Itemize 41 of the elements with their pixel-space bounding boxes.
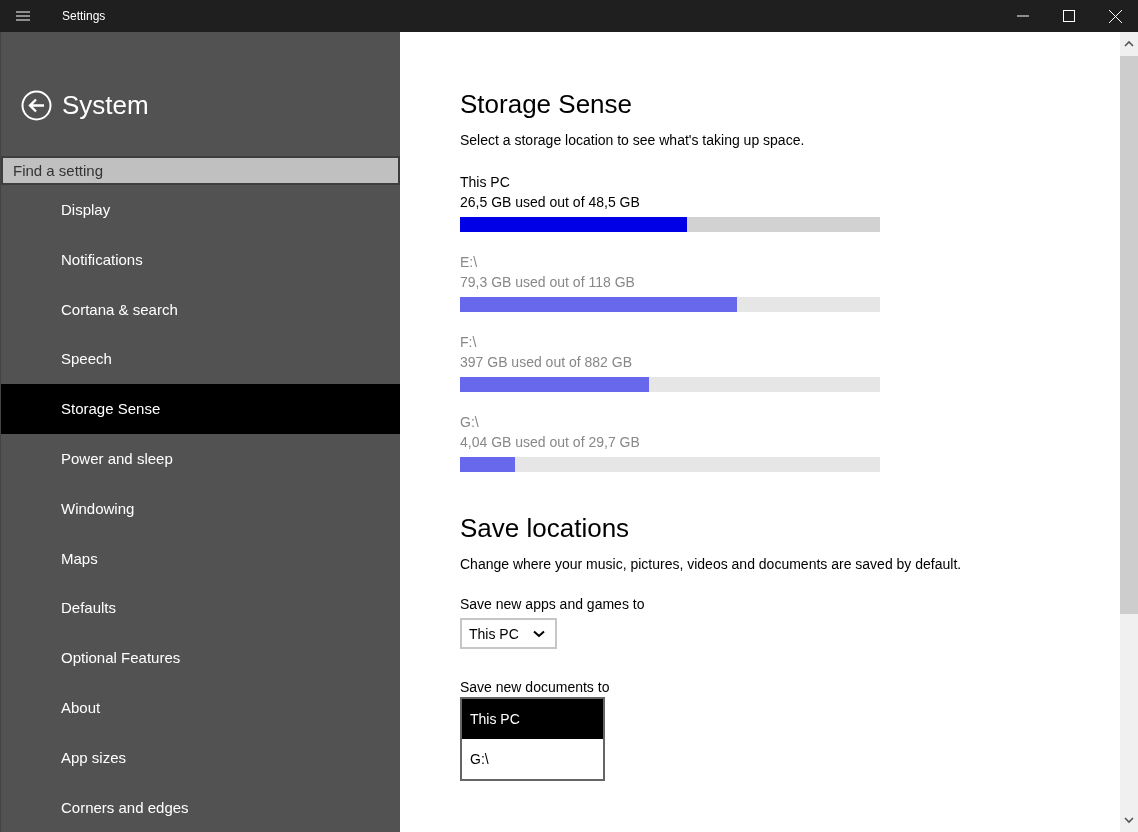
- drive-name[interactable]: G:\: [460, 412, 479, 432]
- scroll-down-icon[interactable]: [1124, 816, 1134, 824]
- dropdown[interactable]: This PC: [460, 618, 557, 649]
- drive-name[interactable]: F:\: [460, 332, 477, 352]
- section-description: Change where your music, pictures, videos and documents are saved by default.: [460, 556, 963, 572]
- drive-usage: 26,5 GB used out of 48,5 GB: [460, 193, 640, 212]
- maximize-icon[interactable]: [1063, 10, 1075, 22]
- setting-label: Save new documents to: [460, 679, 611, 695]
- page-title: System: [62, 90, 149, 122]
- scrollbar[interactable]: [1120, 32, 1138, 832]
- search-field[interactable]: Find a setting: [1, 155, 400, 185]
- sidebar-item[interactable]: Storage Sense: [1, 383, 400, 434]
- drive-usage: 397 GB used out of 882 GB: [460, 353, 632, 372]
- sidebar-item[interactable]: Windowing: [1, 483, 400, 534]
- sidebar-item[interactable]: Power and sleep: [1, 433, 400, 484]
- section-title: Storage Sense: [460, 88, 633, 120]
- sidebar-item[interactable]: Speech: [1, 334, 400, 384]
- sidebar-item[interactable]: Notifications: [1, 234, 400, 285]
- sidebar-item[interactable]: Optional Features: [1, 632, 400, 683]
- menu-icon[interactable]: [16, 11, 30, 21]
- sidebar-item[interactable]: Defaults: [1, 583, 400, 633]
- drive-name[interactable]: This PC: [460, 172, 510, 192]
- sidebar-item[interactable]: Corners and edges: [1, 782, 400, 832]
- drive-usage: 79,3 GB used out of 118 GB: [460, 273, 635, 292]
- sidebar-item[interactable]: Cortana & search: [1, 284, 400, 335]
- section-description: Select a storage location to see what's taking up space.: [460, 132, 806, 148]
- sidebar-item[interactable]: About: [1, 682, 400, 733]
- close-icon[interactable]: [1108, 9, 1122, 23]
- scroll-thumb[interactable]: [1120, 56, 1138, 614]
- window-title: Settings: [62, 9, 107, 23]
- setting-label: Save new apps and games to: [460, 596, 646, 612]
- scroll-up-icon[interactable]: [1124, 40, 1134, 48]
- sidebar-item[interactable]: Display: [1, 184, 400, 235]
- chevron-down-icon: [532, 629, 545, 638]
- sidebar-item[interactable]: App sizes: [1, 732, 400, 783]
- section-title: Save locations: [460, 512, 631, 544]
- sidebar-item[interactable]: Maps: [1, 533, 400, 583]
- back-icon[interactable]: [21, 90, 52, 122]
- dropdown-option[interactable]: This PC: [462, 699, 603, 739]
- drive-name[interactable]: E:\: [460, 252, 478, 272]
- drive-usage: 4,04 GB used out of 29,7 GB: [460, 433, 640, 452]
